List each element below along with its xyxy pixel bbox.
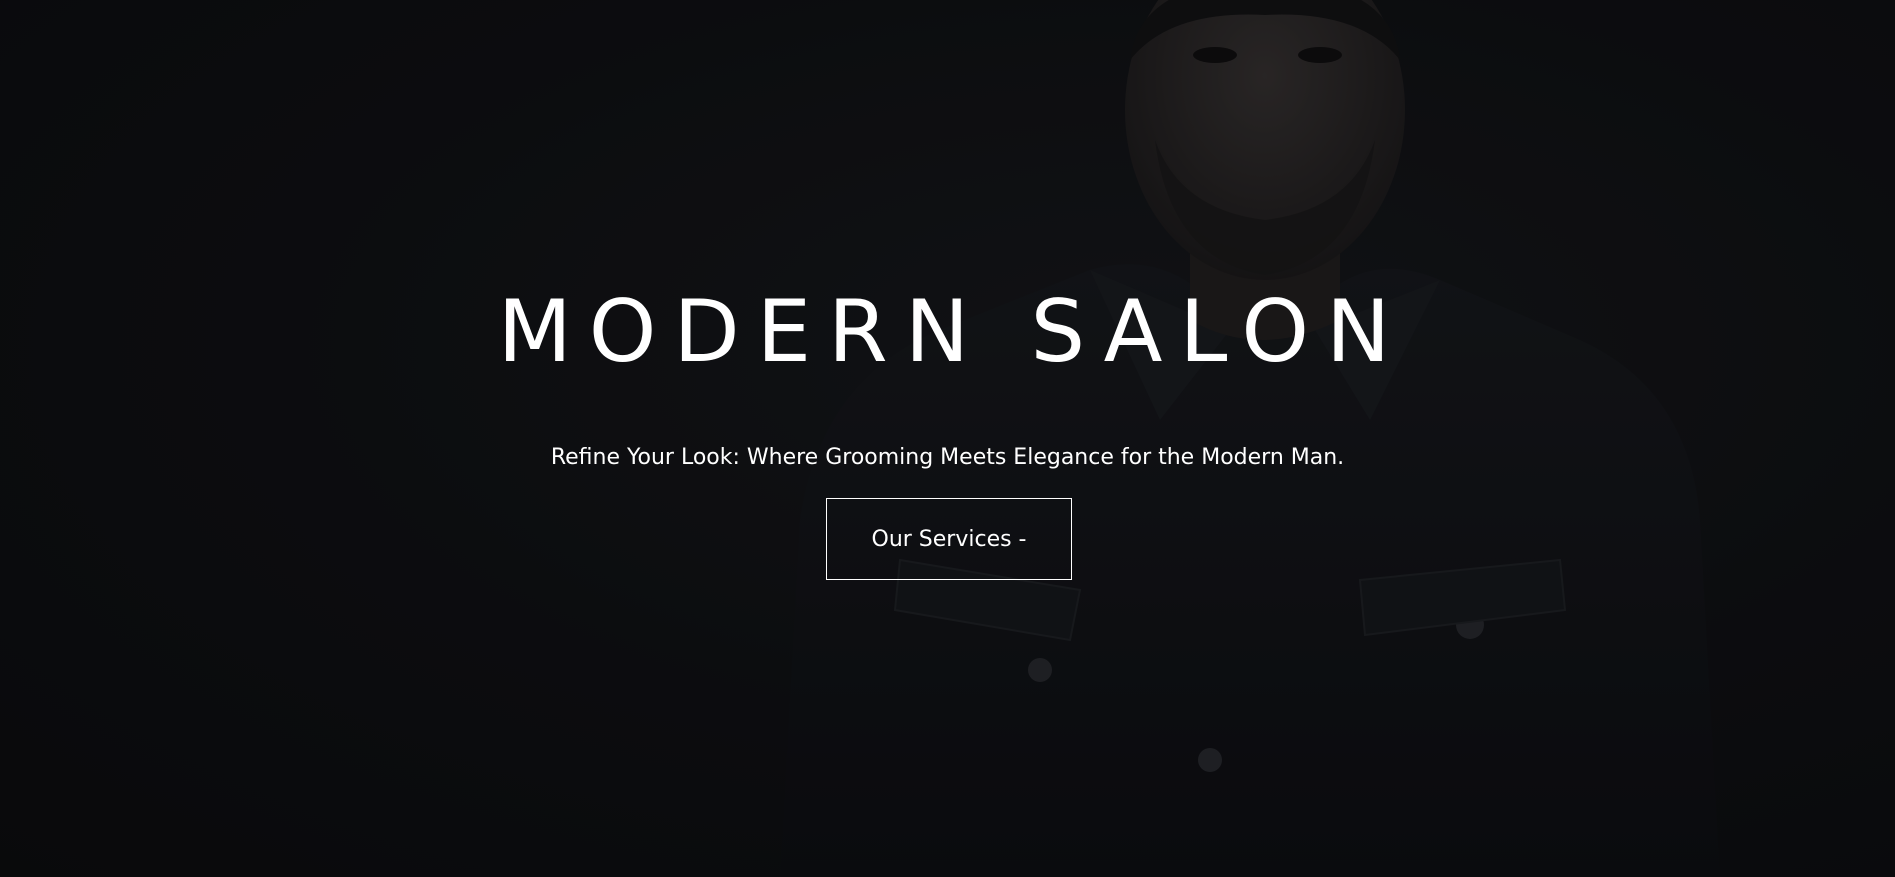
our-services-button[interactable]: Our Services - bbox=[826, 498, 1072, 580]
hero-section: MODERN SALON Refine Your Look: Where Gro… bbox=[0, 0, 1895, 877]
hero-content: MODERN SALON Refine Your Look: Where Gro… bbox=[0, 0, 1895, 877]
our-services-button-label: Our Services - bbox=[871, 526, 1027, 552]
hero-subtitle: Refine Your Look: Where Grooming Meets E… bbox=[550, 445, 1345, 470]
hero-title: MODERN SALON bbox=[497, 282, 1408, 382]
